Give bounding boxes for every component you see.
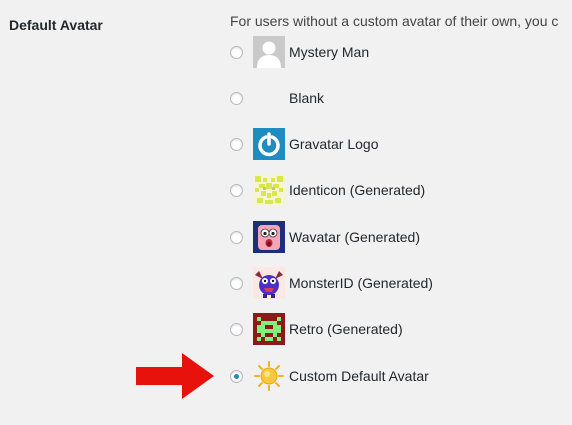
option-label: Gravatar Logo <box>289 136 379 152</box>
radio-custom-default-avatar[interactable] <box>230 369 243 383</box>
blank-icon <box>253 82 285 114</box>
option-monsterid[interactable]: MonsterID (Generated) <box>230 267 433 299</box>
radio-retro[interactable] <box>230 322 243 336</box>
option-label: MonsterID (Generated) <box>289 275 433 291</box>
retro-icon <box>253 313 285 345</box>
radio-selected-dot <box>234 373 239 379</box>
option-retro[interactable]: Retro (Generated) <box>230 313 403 345</box>
option-label: Identicon (Generated) <box>289 182 426 198</box>
option-mystery-man[interactable]: Mystery Man <box>230 36 369 68</box>
radio-mystery-man[interactable] <box>230 45 243 59</box>
option-blank[interactable]: Blank <box>230 82 324 114</box>
radio-blank[interactable] <box>230 91 243 105</box>
radio-identicon[interactable] <box>230 183 243 197</box>
option-label: Retro (Generated) <box>289 321 403 337</box>
mystery-man-icon <box>253 36 285 68</box>
identicon-icon <box>253 174 285 206</box>
option-label: Custom Default Avatar <box>289 368 429 384</box>
radio-gravatar-logo[interactable] <box>230 137 243 151</box>
option-wavatar[interactable]: Wavatar (Generated) <box>230 221 420 253</box>
option-custom-default-avatar[interactable]: Custom Default Avatar <box>230 360 429 392</box>
sun-icon <box>253 360 285 392</box>
option-label: Blank <box>289 90 325 106</box>
option-label: Wavatar (Generated) <box>289 229 420 245</box>
avatar-settings-panel: Default Avatar For users without a custo… <box>0 0 572 425</box>
red-arrow-icon <box>136 353 214 399</box>
monsterid-icon <box>253 267 285 299</box>
option-identicon[interactable]: Identicon (Generated) <box>230 174 425 206</box>
wavatar-icon <box>253 221 285 253</box>
radio-wavatar[interactable] <box>230 230 243 244</box>
radio-monsterid[interactable] <box>230 276 243 290</box>
option-label: Mystery Man <box>289 44 370 60</box>
setting-label: Default Avatar <box>9 17 103 33</box>
gravatar-logo-icon <box>253 128 285 160</box>
option-gravatar-logo[interactable]: Gravatar Logo <box>230 128 379 160</box>
setting-description: For users without a custom avatar of the… <box>230 13 559 29</box>
